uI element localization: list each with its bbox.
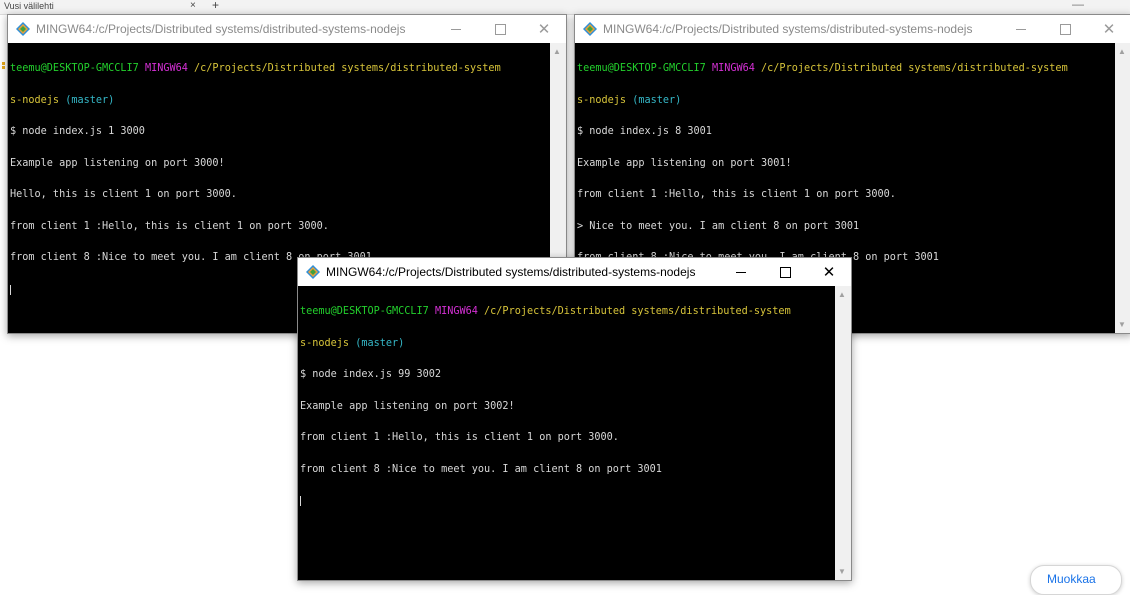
prompt-line: teemu@DESKTOP-GMCCLI7 MINGW64 /c/Project…	[300, 306, 835, 318]
prompt-path: /c/Projects/Distributed systems/distribu…	[484, 306, 791, 317]
minimize-button[interactable]	[719, 258, 763, 286]
terminal-output[interactable]: teemu@DESKTOP-GMCCLI7 MINGW64 /c/Project…	[300, 286, 835, 578]
terminal-line: > Nice to meet you. I am client 8 on por…	[577, 220, 860, 232]
close-icon: ✕	[1102, 21, 1116, 38]
left-edge-marker	[2, 62, 6, 72]
scroll-up-icon[interactable]: ▲	[1118, 47, 1126, 56]
minimize-button[interactable]	[434, 15, 478, 43]
git-bash-icon	[16, 22, 30, 36]
maximize-button[interactable]	[1043, 15, 1087, 43]
scrollbar[interactable]: ▲▼	[835, 286, 851, 580]
prompt-path-cont: s-nodejs	[10, 94, 60, 106]
terminal-window-client-99[interactable]: MINGW64:/c/Projects/Distributed systems/…	[297, 257, 852, 581]
window-titlebar[interactable]: MINGW64:/c/Projects/Distributed systems/…	[298, 258, 851, 286]
minimize-icon	[736, 271, 746, 273]
tab-close-icon[interactable]: ×	[190, 0, 196, 11]
close-icon: ✕	[822, 264, 836, 281]
prompt-shell: MINGW64	[144, 63, 188, 74]
prompt-userhost: teemu@DESKTOP-GMCCLI7	[577, 63, 706, 74]
git-bash-icon	[583, 22, 597, 36]
minimize-icon	[1016, 28, 1026, 30]
prompt-path-cont: s-nodejs	[577, 94, 627, 106]
terminal-line: Example app listening on port 3001!	[577, 157, 792, 169]
terminal-line: from client 8 :Nice to meet you. I am cl…	[300, 463, 662, 475]
scroll-down-icon[interactable]: ▼	[1118, 320, 1126, 329]
browser-tab-strip: Vusi välilehti × + —	[0, 0, 1130, 15]
scrollbar[interactable]: ▲▼	[1115, 43, 1130, 333]
maximize-icon	[1059, 23, 1071, 35]
prompt-shell: MINGW64	[434, 306, 478, 317]
prompt-line-cont: s-nodejs (master)	[10, 94, 550, 107]
scroll-up-icon[interactable]: ▲	[838, 290, 846, 299]
terminal-line: $ node index.js 8 3001	[577, 126, 712, 137]
terminal-line: from client 1 :Hello, this is client 1 o…	[10, 220, 329, 232]
terminal-line: from client 1 :Hello, this is client 1 o…	[577, 189, 896, 200]
prompt-branch: (master)	[355, 337, 405, 349]
close-button[interactable]: ✕	[522, 15, 566, 43]
prompt-line-cont: s-nodejs (master)	[300, 337, 835, 350]
browser-tab-label[interactable]: Vusi välilehti	[4, 1, 54, 11]
terminal-line: Example app listening on port 3002!	[300, 400, 515, 412]
prompt-line-cont: s-nodejs (master)	[577, 94, 1115, 107]
terminal-line: $ node index.js 99 3002	[300, 369, 442, 380]
terminal-line: from client 1 :Hello, this is client 1 o…	[300, 432, 619, 443]
prompt-path-cont: s-nodejs	[300, 337, 350, 349]
scroll-down-icon[interactable]: ▼	[838, 567, 846, 576]
edit-pill-label: Muokkaa	[1047, 572, 1096, 586]
prompt-line: teemu@DESKTOP-GMCCLI7 MINGW64 /c/Project…	[577, 63, 1115, 75]
window-title: MINGW64:/c/Projects/Distributed systems/…	[603, 22, 973, 36]
minimize-icon	[451, 28, 461, 30]
prompt-branch: (master)	[65, 94, 115, 106]
text-cursor	[300, 496, 301, 506]
window-title: MINGW64:/c/Projects/Distributed systems/…	[36, 22, 406, 36]
prompt-userhost: teemu@DESKTOP-GMCCLI7	[10, 63, 139, 74]
prompt-line: teemu@DESKTOP-GMCCLI7 MINGW64 /c/Project…	[10, 63, 550, 75]
close-button[interactable]: ✕	[1087, 15, 1130, 43]
maximize-button[interactable]	[763, 258, 807, 286]
terminal-line: Hello, this is client 1 on port 3000.	[10, 189, 237, 200]
close-button[interactable]: ✕	[807, 258, 851, 286]
window-title: MINGW64:/c/Projects/Distributed systems/…	[326, 265, 696, 279]
terminal-line: $ node index.js 1 3000	[10, 126, 145, 137]
cursor-line	[300, 496, 835, 507]
text-cursor	[10, 284, 11, 295]
prompt-path: /c/Projects/Distributed systems/distribu…	[194, 63, 501, 74]
git-bash-icon	[306, 265, 320, 279]
prompt-path: /c/Projects/Distributed systems/distribu…	[761, 63, 1068, 74]
edit-pill-button[interactable]: Muokkaa	[1030, 565, 1122, 595]
window-titlebar[interactable]: MINGW64:/c/Projects/Distributed systems/…	[575, 15, 1130, 43]
new-tab-icon[interactable]: +	[212, 0, 219, 12]
close-icon: ✕	[537, 21, 551, 38]
prompt-shell: MINGW64	[711, 63, 755, 74]
window-titlebar[interactable]: MINGW64:/c/Projects/Distributed systems/…	[8, 15, 566, 43]
terminal-line: Example app listening on port 3000!	[10, 157, 225, 169]
browser-window-controls[interactable]: —	[1072, 0, 1084, 11]
prompt-userhost: teemu@DESKTOP-GMCCLI7	[300, 306, 429, 317]
maximize-icon	[494, 23, 506, 35]
scroll-up-icon[interactable]: ▲	[553, 47, 561, 56]
maximize-icon	[779, 266, 791, 278]
prompt-branch: (master)	[632, 94, 682, 106]
maximize-button[interactable]	[478, 15, 522, 43]
minimize-button[interactable]	[999, 15, 1043, 43]
